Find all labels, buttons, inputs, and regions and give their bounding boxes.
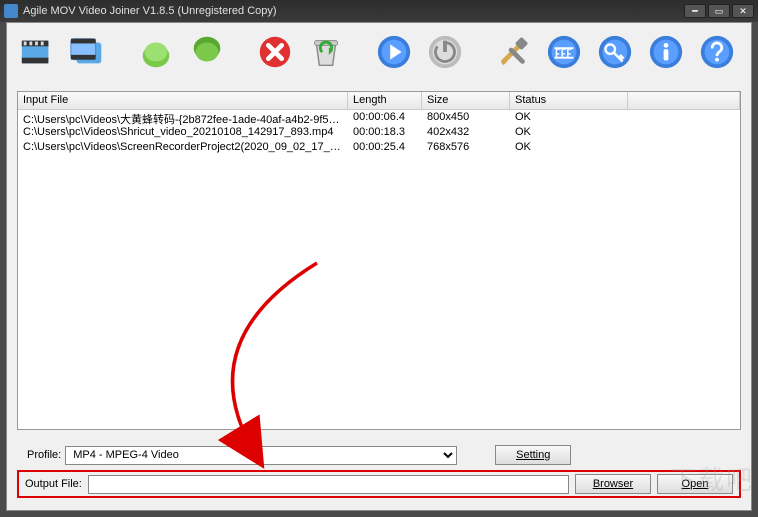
minimize-button[interactable]: ━: [684, 4, 706, 18]
key-icon[interactable]: [595, 32, 635, 72]
cell-size: 800x450: [422, 110, 510, 125]
output-label: Output File:: [25, 478, 82, 490]
cell-length: 00:00:06.4: [348, 110, 422, 125]
file-list-table: Input File Length Size Status C:\Users\p…: [17, 91, 741, 430]
output-file-input[interactable]: [88, 475, 569, 494]
app-icon: [4, 4, 18, 18]
clear-icon[interactable]: [306, 32, 346, 72]
cell-size: 402x432: [422, 125, 510, 140]
title-bar: Agile MOV Video Joiner V1.8.5 (Unregiste…: [0, 0, 758, 22]
table-body: C:\Users\pc\Videos\大黄蜂转码-{2b872fee-1ade-…: [18, 110, 740, 155]
main-panel: Input File Length Size Status C:\Users\p…: [6, 22, 752, 511]
about-icon[interactable]: [646, 32, 686, 72]
settings-icon[interactable]: [493, 32, 533, 72]
add-folder-icon[interactable]: [68, 32, 108, 72]
add-files-icon[interactable]: [17, 32, 57, 72]
cell-file: C:\Users\pc\Videos\Shricut_video_2021010…: [18, 125, 348, 140]
help-icon[interactable]: [697, 32, 737, 72]
cell-size: 768x576: [422, 140, 510, 155]
table-row[interactable]: C:\Users\pc\Videos\大黄蜂转码-{2b872fee-1ade-…: [18, 110, 740, 125]
window-title: Agile MOV Video Joiner V1.8.5 (Unregiste…: [23, 5, 682, 17]
register-icon[interactable]: [544, 32, 584, 72]
col-size[interactable]: Size: [422, 92, 510, 109]
cell-file: C:\Users\pc\Videos\大黄蜂转码-{2b872fee-1ade-…: [18, 110, 348, 125]
profile-label: Profile:: [27, 449, 61, 461]
table-row[interactable]: C:\Users\pc\Videos\ScreenRecorderProject…: [18, 140, 740, 155]
maximize-button[interactable]: ▭: [708, 4, 730, 18]
col-extra[interactable]: [628, 92, 740, 109]
move-up-icon[interactable]: [136, 32, 176, 72]
cell-file: C:\Users\pc\Videos\ScreenRecorderProject…: [18, 140, 348, 155]
col-length[interactable]: Length: [348, 92, 422, 109]
close-button[interactable]: ✕: [732, 4, 754, 18]
remove-icon[interactable]: [255, 32, 295, 72]
cell-status: OK: [510, 110, 628, 125]
play-icon[interactable]: [374, 32, 414, 72]
output-row: Output File: Browser Open: [17, 470, 741, 498]
cell-status: OK: [510, 140, 628, 155]
profile-select[interactable]: MP4 - MPEG-4 Video: [65, 446, 457, 465]
browser-button[interactable]: Browser: [575, 474, 651, 494]
cell-length: 00:00:18.3: [348, 125, 422, 140]
col-input-file[interactable]: Input File: [18, 92, 348, 109]
stop-icon[interactable]: [425, 32, 465, 72]
table-header: Input File Length Size Status: [18, 92, 740, 110]
watermark: 下载吧: [670, 460, 754, 497]
cell-status: OK: [510, 125, 628, 140]
cell-length: 00:00:25.4: [348, 140, 422, 155]
toolbar: [7, 23, 751, 81]
setting-button[interactable]: Setting: [495, 445, 571, 465]
table-row[interactable]: C:\Users\pc\Videos\Shricut_video_2021010…: [18, 125, 740, 140]
move-down-icon[interactable]: [187, 32, 227, 72]
profile-row: Profile: MP4 - MPEG-4 Video Setting: [27, 444, 731, 466]
col-status[interactable]: Status: [510, 92, 628, 109]
